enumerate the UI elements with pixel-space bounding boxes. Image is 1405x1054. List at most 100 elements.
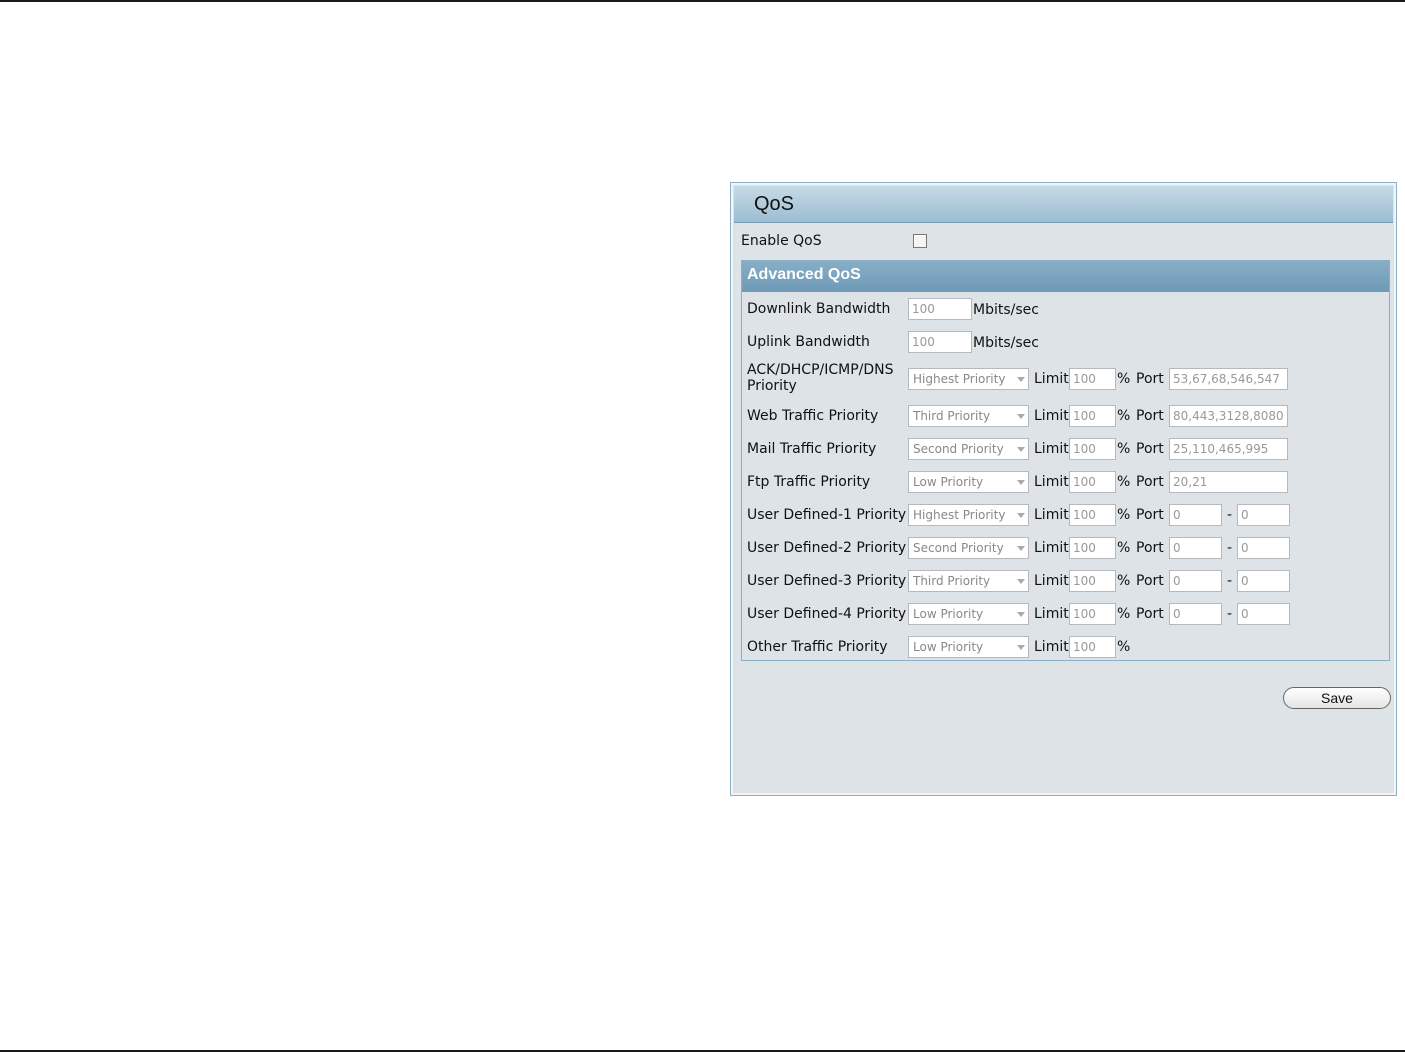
downlink-input[interactable]: 100 [908, 298, 972, 320]
uplink-row: Uplink Bandwidth 100 Mbits/sec [742, 331, 1389, 355]
priority-row-user4: User Defined-4 Priority Low Priority Lim… [742, 603, 1389, 627]
port-label: Port [1136, 474, 1164, 490]
percent-label: % [1117, 507, 1131, 523]
enable-qos-label: Enable QoS [741, 233, 822, 249]
limit-label: Limit [1034, 507, 1069, 523]
port-label: Port [1136, 441, 1164, 457]
port-label: Port [1136, 573, 1164, 589]
row-label: User Defined-4 Priority [747, 606, 907, 622]
qos-panel: QoS Enable QoS Advanced QoS Downlink Ban… [730, 182, 1397, 796]
save-button[interactable]: Save [1283, 687, 1391, 709]
percent-label: % [1117, 606, 1131, 622]
priority-select[interactable]: Third Priority [908, 570, 1029, 592]
uplink-label: Uplink Bandwidth [747, 334, 870, 350]
port-to-input[interactable]: 0 [1237, 504, 1290, 526]
limit-label: Limit [1034, 540, 1069, 556]
priority-select[interactable]: Highest Priority [908, 368, 1029, 390]
limit-label: Limit [1034, 371, 1069, 387]
port-to-input[interactable]: 0 [1237, 537, 1290, 559]
limit-label: Limit [1034, 408, 1069, 424]
chevron-down-icon [1017, 377, 1025, 382]
priority-select[interactable]: Second Priority [908, 537, 1029, 559]
priority-select[interactable]: Second Priority [908, 438, 1029, 460]
port-range-dash: - [1227, 540, 1233, 556]
percent-label: % [1117, 474, 1131, 490]
top-rule [0, 0, 1405, 2]
bottom-rule [0, 1050, 1405, 1052]
row-label: Ftp Traffic Priority [747, 474, 871, 490]
chevron-down-icon [1017, 579, 1025, 584]
downlink-unit: Mbits/sec [973, 302, 1039, 318]
port-from-input[interactable]: 0 [1169, 537, 1222, 559]
priority-row-ack: ACK/DHCP/ICMP/DNS Priority Highest Priori… [742, 362, 1389, 394]
uplink-unit: Mbits/sec [973, 335, 1039, 351]
chevron-down-icon [1017, 546, 1025, 551]
priority-row-user1: User Defined-1 Priority Highest Priority… [742, 504, 1389, 528]
row-label: User Defined-1 Priority [747, 507, 907, 523]
row-label: Mail Traffic Priority [747, 441, 877, 457]
panel-title-bar: QoS [734, 186, 1393, 223]
percent-label: % [1117, 371, 1131, 387]
port-input[interactable]: 25,110,465,995 [1169, 438, 1288, 460]
limit-label: Limit [1034, 474, 1069, 490]
row-label: Other Traffic Priority [747, 639, 888, 655]
priority-row-other: Other Traffic Priority Low Priority Limi… [742, 636, 1389, 660]
port-to-input[interactable]: 0 [1237, 603, 1290, 625]
advanced-qos-title: Advanced QoS [742, 261, 1389, 292]
port-input[interactable]: 80,443,3128,8080 [1169, 405, 1288, 427]
limit-input[interactable]: 100 [1069, 405, 1116, 427]
priority-row-ftp: Ftp Traffic Priority Low Priority Limit … [742, 471, 1389, 495]
advanced-qos-section: Advanced QoS Downlink Bandwidth 100 Mbit… [741, 260, 1390, 661]
port-input[interactable]: 20,21 [1169, 471, 1288, 493]
priority-select[interactable]: Highest Priority [908, 504, 1029, 526]
chevron-down-icon [1017, 414, 1025, 419]
port-from-input[interactable]: 0 [1169, 603, 1222, 625]
chevron-down-icon [1017, 447, 1025, 452]
priority-select[interactable]: Low Priority [908, 471, 1029, 493]
percent-label: % [1117, 540, 1131, 556]
priority-row-user2: User Defined-2 Priority Second Priority … [742, 537, 1389, 561]
limit-label: Limit [1034, 606, 1069, 622]
chevron-down-icon [1017, 480, 1025, 485]
port-range-dash: - [1227, 573, 1233, 589]
priority-row-web: Web Traffic Priority Third Priority Limi… [742, 405, 1389, 429]
port-label: Port [1136, 408, 1164, 424]
limit-label: Limit [1034, 441, 1069, 457]
priority-select[interactable]: Third Priority [908, 405, 1029, 427]
chevron-down-icon [1017, 645, 1025, 650]
limit-input[interactable]: 100 [1069, 537, 1116, 559]
percent-label: % [1117, 639, 1131, 655]
row-label: ACK/DHCP/ICMP/DNS Priority [747, 362, 894, 394]
port-range-dash: - [1227, 606, 1233, 622]
row-label: User Defined-2 Priority [747, 540, 907, 556]
row-label: User Defined-3 Priority [747, 573, 907, 589]
priority-row-mail: Mail Traffic Priority Second Priority Li… [742, 438, 1389, 462]
port-from-input[interactable]: 0 [1169, 570, 1222, 592]
limit-input[interactable]: 100 [1069, 438, 1116, 460]
priority-row-user3: User Defined-3 Priority Third Priority L… [742, 570, 1389, 594]
limit-input[interactable]: 100 [1069, 570, 1116, 592]
percent-label: % [1117, 573, 1131, 589]
port-to-input[interactable]: 0 [1237, 570, 1290, 592]
limit-label: Limit [1034, 639, 1069, 655]
limit-input[interactable]: 100 [1069, 471, 1116, 493]
port-label: Port [1136, 507, 1164, 523]
limit-input[interactable]: 100 [1069, 603, 1116, 625]
row-label: Web Traffic Priority [747, 408, 879, 424]
uplink-input[interactable]: 100 [908, 331, 972, 353]
downlink-label: Downlink Bandwidth [747, 301, 891, 317]
limit-label: Limit [1034, 573, 1069, 589]
limit-input[interactable]: 100 [1069, 636, 1116, 658]
chevron-down-icon [1017, 513, 1025, 518]
limit-input[interactable]: 100 [1069, 504, 1116, 526]
limit-input[interactable]: 100 [1069, 368, 1116, 390]
enable-qos-checkbox[interactable] [913, 234, 927, 248]
port-label: Port [1136, 606, 1164, 622]
priority-select[interactable]: Low Priority [908, 603, 1029, 625]
priority-select[interactable]: Low Priority [908, 636, 1029, 658]
port-from-input[interactable]: 0 [1169, 504, 1222, 526]
percent-label: % [1117, 441, 1131, 457]
downlink-row: Downlink Bandwidth 100 Mbits/sec [742, 298, 1389, 322]
port-input[interactable]: 53,67,68,546,547 [1169, 368, 1288, 390]
port-label: Port [1136, 540, 1164, 556]
